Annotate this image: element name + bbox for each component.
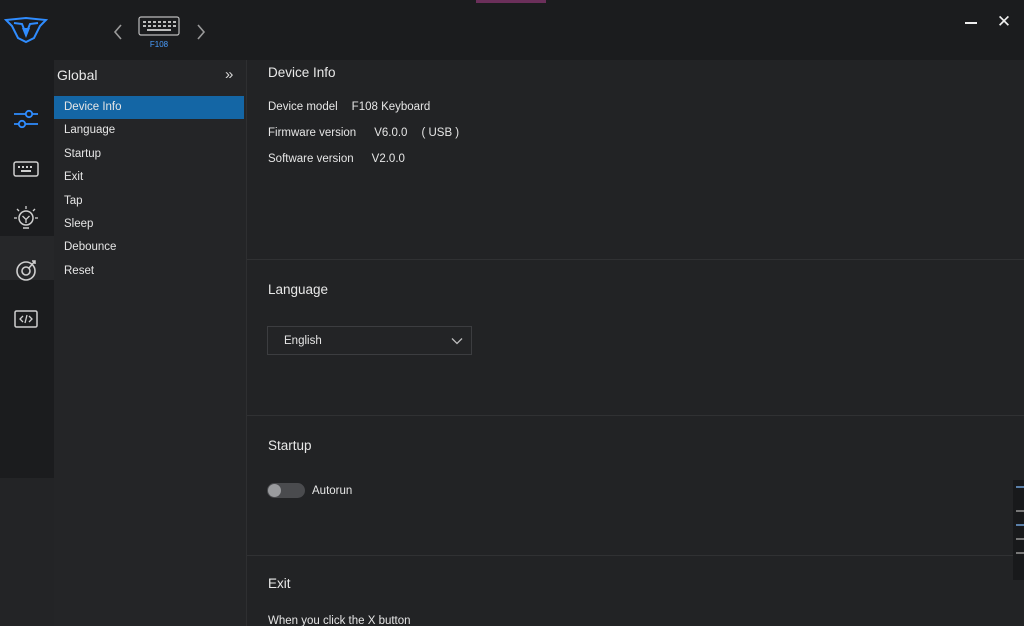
lightbulb-icon[interactable] — [11, 204, 41, 234]
next-device-button[interactable] — [194, 22, 208, 42]
chevron-left-icon — [113, 24, 122, 40]
settings-content: Device Info Device model F108 Keyboard Fi… — [247, 60, 1024, 626]
menu-item-startup[interactable]: Startup — [54, 143, 244, 166]
previous-device-button[interactable] — [111, 22, 125, 42]
settings-sidebar: Global » Device Info Language Startup Ex… — [54, 60, 247, 626]
sliders-icon[interactable] — [11, 104, 41, 134]
firmware-version-value: V6.0.0 — [374, 127, 408, 139]
background-window-fragment — [1013, 480, 1024, 580]
device-model-row: Device model F108 Keyboard — [268, 101, 444, 113]
device-model-value: F108 Keyboard — [351, 101, 431, 113]
menu-item-language[interactable]: Language — [54, 119, 244, 142]
chevron-down-icon — [451, 338, 463, 345]
device-info-section: Device Info Device model F108 Keyboard Fi… — [247, 60, 1024, 260]
device-name-label: F108 — [149, 40, 169, 49]
menu-item-device-info[interactable]: Device Info — [54, 96, 244, 120]
software-version-value: V2.0.0 — [371, 153, 405, 165]
minimize-button[interactable] — [963, 12, 979, 32]
firmware-connection: ( USB ) — [421, 127, 460, 139]
sidebar-title: Global — [57, 67, 98, 83]
menu-item-tap[interactable]: Tap — [54, 190, 244, 213]
keyboard-icon[interactable] — [11, 154, 41, 184]
device-info-title: Device Info — [268, 65, 336, 80]
macro-icon[interactable] — [11, 255, 41, 285]
menu-item-exit[interactable]: Exit — [54, 166, 244, 189]
device-model-label: Device model — [268, 101, 338, 113]
module-icon-bar — [0, 60, 54, 626]
startup-title: Startup — [268, 438, 312, 453]
autorun-label: Autorun — [312, 485, 353, 497]
menu-item-sleep[interactable]: Sleep — [54, 213, 244, 236]
app-window: F108 ✕ Global » Device Info Language Sta… — [0, 0, 1024, 626]
autorun-toggle[interactable] — [267, 483, 305, 498]
chevron-right-icon — [197, 24, 206, 40]
menu-item-debounce[interactable]: Debounce — [54, 236, 244, 259]
double-chevron-right-icon[interactable]: » — [225, 66, 233, 83]
language-selected-value: English — [284, 335, 322, 347]
menu-item-reset[interactable]: Reset — [54, 260, 244, 283]
startup-section: Startup Autorun — [247, 416, 1024, 556]
close-button[interactable]: ✕ — [996, 12, 1012, 32]
exit-title: Exit — [268, 576, 291, 591]
firmware-version-row: Firmware version V6.0.0 ( USB ) — [268, 127, 473, 139]
software-version-label: Software version — [268, 153, 354, 165]
settings-menu: Device Info Language Startup Exit Tap Sl… — [54, 96, 244, 283]
iconbar-lower-panel — [0, 478, 54, 626]
spider-logo-icon — [3, 14, 49, 44]
code-icon[interactable] — [11, 304, 41, 334]
title-bar: F108 ✕ — [0, 0, 1024, 60]
keyboard-thumbnail-icon — [138, 16, 180, 36]
language-section: Language English — [247, 260, 1024, 416]
software-version-row: Software version V2.0.0 — [268, 153, 419, 165]
exit-description: When you click the X button — [268, 615, 411, 626]
exit-section: Exit When you click the X button — [247, 556, 1024, 626]
language-title: Language — [268, 282, 329, 297]
language-select[interactable]: English — [267, 326, 472, 355]
top-edge-strip — [476, 0, 546, 3]
firmware-version-label: Firmware version — [268, 127, 357, 139]
